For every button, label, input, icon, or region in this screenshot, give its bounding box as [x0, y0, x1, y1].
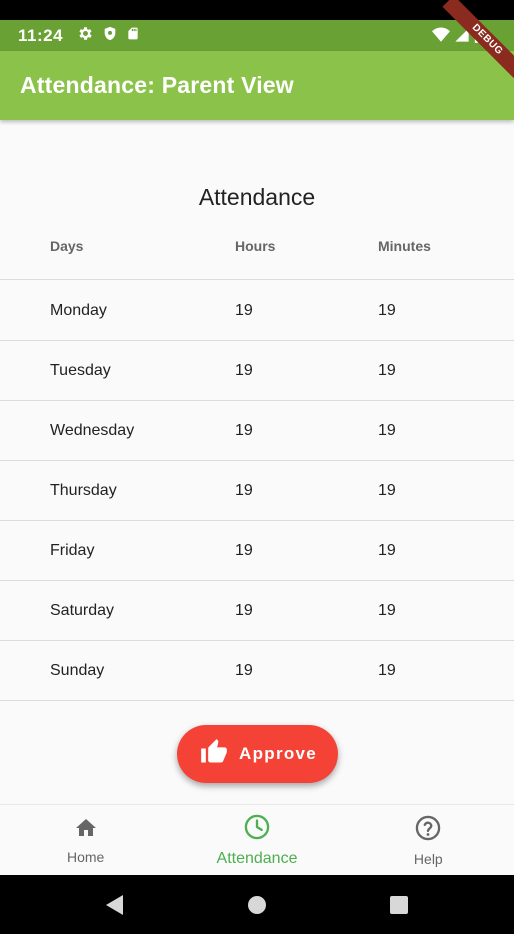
day-cell: Friday — [50, 542, 95, 559]
home-icon — [73, 816, 99, 845]
hours-cell: 19 — [235, 602, 253, 619]
app-title: Attendance: Parent View — [20, 72, 294, 98]
hours-cell: 19 — [235, 422, 253, 439]
day-cell: Saturday — [50, 602, 115, 619]
column-header-hours: Hours — [235, 238, 276, 254]
recents-icon[interactable] — [389, 895, 409, 920]
nav-label-help: Help — [413, 850, 443, 867]
hours-cell: 19 — [235, 662, 253, 679]
minutes-cell: 19 — [378, 602, 396, 619]
home-circle-icon[interactable] — [247, 895, 267, 920]
approve-label: Approve — [239, 744, 318, 763]
sd-card-icon — [126, 25, 140, 47]
hours-cell: 19 — [235, 302, 253, 319]
column-header-days: Days — [50, 238, 84, 254]
table-row: Friday 19 19 — [0, 521, 514, 581]
nav-label-home: Home — [66, 848, 105, 865]
nav-item-attendance[interactable]: Attendance — [171, 805, 342, 875]
table-body: Monday 19 19 Tuesday 19 19 Wednesday 19 … — [0, 281, 514, 701]
hours-cell: 19 — [235, 482, 253, 499]
approve-button[interactable]: Approve — [177, 725, 338, 783]
nav-label-attendance: Attendance — [216, 849, 298, 867]
minutes-cell: 19 — [378, 482, 396, 499]
clock-icon — [243, 813, 271, 846]
table-title: Attendance — [198, 184, 316, 210]
day-cell: Wednesday — [50, 422, 135, 439]
nav-item-help[interactable]: Help — [343, 805, 514, 875]
table-row: Tuesday 19 19 — [0, 341, 514, 401]
back-icon[interactable] — [104, 894, 124, 921]
day-cell: Monday — [50, 302, 107, 319]
minutes-cell: 19 — [378, 542, 396, 559]
day-cell: Tuesday — [50, 362, 111, 379]
table-row: Monday 19 19 — [0, 281, 514, 341]
table-row: Sunday 19 19 — [0, 641, 514, 701]
day-cell: Thursday — [50, 482, 117, 499]
day-cell: Sunday — [50, 662, 105, 679]
table-row: Saturday 19 19 — [0, 581, 514, 641]
table-header: Days Hours Minutes — [0, 224, 514, 280]
status-time: 11:24 — [18, 25, 64, 45]
shield-icon — [102, 25, 118, 47]
minutes-cell: 19 — [378, 302, 396, 319]
hours-cell: 19 — [235, 362, 253, 379]
minutes-cell: 19 — [378, 422, 396, 439]
status-bar: 11:24 — [0, 20, 514, 51]
main-content: Attendance Days Hours Minutes Monday 19 … — [0, 120, 514, 804]
table-row: Thursday 19 19 — [0, 461, 514, 521]
device-screen: 11:24 Attendance: Parent View DEBUG Atte… — [0, 0, 514, 934]
gear-icon — [77, 25, 94, 47]
thumbs-up-icon — [199, 738, 229, 771]
hours-cell: 19 — [235, 542, 253, 559]
minutes-cell: 19 — [378, 362, 396, 379]
minutes-cell: 19 — [378, 662, 396, 679]
wifi-icon — [432, 27, 450, 48]
app-bar: Attendance: Parent View — [0, 51, 514, 120]
bottom-nav: Home Attendance Help — [0, 804, 514, 875]
help-icon — [414, 814, 442, 847]
table-row: Wednesday 19 19 — [0, 401, 514, 461]
system-nav-bar — [0, 875, 514, 934]
column-header-minutes: Minutes — [378, 238, 431, 254]
nav-item-home[interactable]: Home — [0, 805, 171, 875]
